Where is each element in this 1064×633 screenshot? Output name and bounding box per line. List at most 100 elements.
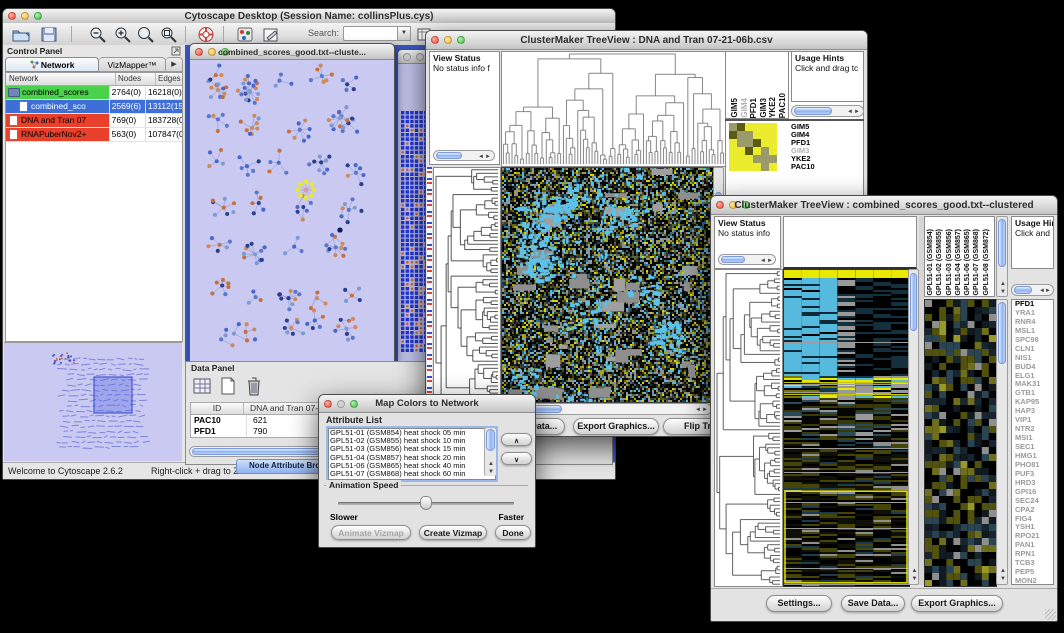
vizmapper-icon[interactable] — [235, 25, 255, 44]
open-file-icon[interactable] — [11, 25, 31, 44]
zoom-heatmap-cell[interactable] — [769, 123, 777, 131]
scroll-thumb[interactable] — [486, 429, 495, 451]
move-down-button[interactable]: ∨ — [501, 452, 532, 465]
zoom-heatmap-cell[interactable] — [769, 155, 777, 163]
treeview1-titlebar[interactable]: ClusterMaker TreeView : DNA and Tran 07-… — [426, 31, 867, 50]
zoom-heatmap-cell[interactable] — [729, 163, 737, 171]
tv2-heatmap-vscrollbar[interactable]: ▲▼ — [908, 269, 919, 585]
zoom-heatmap-cell[interactable] — [761, 131, 769, 139]
zoom-heatmap-cell[interactable] — [737, 123, 745, 131]
tv1-zoom-heatmap[interactable] — [729, 123, 777, 171]
network-tree-row[interactable]: combined_scores2764(0)16218(0) — [6, 86, 182, 100]
zoom-heatmap-cell[interactable] — [761, 163, 769, 171]
zoom-out-icon[interactable] — [88, 25, 108, 44]
tv2-status-scrollbar[interactable]: ◄► — [718, 254, 776, 265]
tv1-column-dendrogram[interactable] — [501, 51, 726, 167]
tv2-global-heatmap[interactable] — [783, 269, 910, 587]
zoom-heatmap-cell[interactable] — [753, 147, 761, 155]
zoom-heatmap-cell[interactable] — [753, 123, 761, 131]
tv2-row-dendrogram[interactable] — [714, 269, 783, 587]
zoom-heatmap-cell[interactable] — [737, 163, 745, 171]
scroll-thumb[interactable] — [998, 302, 1006, 364]
zoom-heatmap-cell[interactable] — [737, 147, 745, 155]
tv1-row-dendrogram[interactable] — [433, 167, 501, 403]
network-window-a-titlebar[interactable]: combined_scores_good.txt--cluste... — [190, 44, 394, 60]
tab-overflow-arrow[interactable]: ▶ — [166, 57, 183, 72]
help-lifering-icon[interactable] — [196, 25, 216, 44]
zoom-heatmap-cell[interactable] — [729, 139, 737, 147]
scroll-thumb[interactable] — [998, 219, 1006, 267]
export-graphics-button[interactable]: Export Graphics... — [911, 595, 1003, 612]
save-icon[interactable] — [39, 25, 59, 44]
zoom-heatmap-cell[interactable] — [737, 139, 745, 147]
zoom-heatmap-cell[interactable] — [753, 155, 761, 163]
settings-button[interactable]: Settings... — [766, 595, 832, 612]
zoom-heatmap-cell[interactable] — [745, 139, 753, 147]
zoom-heatmap-cell[interactable] — [753, 139, 761, 147]
treeview2-titlebar[interactable]: ClusterMaker TreeView : combined_scores_… — [711, 196, 1057, 215]
dialog-titlebar[interactable]: Map Colors to Network — [319, 395, 535, 413]
create-vizmap-button[interactable]: Create Vizmap — [419, 525, 487, 540]
tv1-zoom-hscrollbar[interactable]: ◄► — [791, 105, 864, 117]
new-attribute-icon[interactable] — [218, 376, 238, 396]
zoom-heatmap-cell[interactable] — [761, 155, 769, 163]
zoom-heatmap-cell[interactable] — [761, 147, 769, 155]
tv2-zoom-heatmap[interactable] — [924, 299, 997, 587]
zoom-heatmap-cell[interactable] — [753, 131, 761, 139]
zoom-heatmap-cell[interactable] — [761, 139, 769, 147]
zoom-heatmap-cell[interactable] — [769, 139, 777, 147]
attribute-list-vscrollbar[interactable]: ▲▼ — [484, 428, 496, 476]
zoom-fit-icon[interactable] — [136, 25, 156, 44]
gene-label[interactable]: MON2 — [1015, 577, 1053, 585]
tab-network[interactable]: Network — [5, 57, 99, 72]
main-titlebar[interactable]: Cytoscape Desktop (Session Name: collins… — [3, 9, 615, 24]
tv2-array-label-vscrollbar[interactable]: ▲▼ — [996, 216, 1008, 297]
zoom-heatmap-cell[interactable] — [745, 131, 753, 139]
network-overview-canvas[interactable] — [4, 342, 182, 461]
zoom-heatmap-cell[interactable] — [729, 147, 737, 155]
scroll-thumb[interactable] — [910, 273, 917, 331]
attribute-list-item[interactable]: GPL51-07 (GSM868) heat shock 60 min — [330, 470, 482, 478]
zoom-heatmap-cell[interactable] — [729, 131, 737, 139]
tab-vizmapper[interactable]: VizMapper™ — [99, 57, 166, 72]
float-panel-icon[interactable] — [171, 46, 181, 56]
scroll-thumb[interactable] — [436, 152, 462, 159]
search-input[interactable] — [343, 26, 399, 41]
annotation-icon[interactable] — [261, 25, 281, 44]
network-view-canvas[interactable] — [190, 60, 392, 361]
zoom-heatmap-cell[interactable] — [737, 155, 745, 163]
tv1-global-heatmap[interactable] — [501, 167, 714, 403]
scroll-thumb[interactable] — [721, 256, 745, 263]
zoom-heatmap-cell[interactable] — [745, 123, 753, 131]
zoom-heatmap-cell[interactable] — [745, 155, 753, 163]
scroll-thumb[interactable] — [794, 107, 832, 115]
zoom-heatmap-cell[interactable] — [737, 131, 745, 139]
network-tree-row[interactable]: combined_sco2569(6)13112(15) — [6, 100, 182, 114]
zoom-selected-icon[interactable] — [159, 25, 179, 44]
zoom-heatmap-cell[interactable] — [769, 147, 777, 155]
zoom-heatmap-cell[interactable] — [745, 163, 753, 171]
attribute-list[interactable]: GPL51-01 (GSM854) heat shock 05 minGPL51… — [326, 426, 498, 482]
zoom-in-icon[interactable] — [113, 25, 133, 44]
animate-vizmap-button[interactable]: Animate Vizmap — [331, 525, 411, 540]
save-data-button[interactable]: Save Data... — [841, 595, 905, 612]
zoom-heatmap-cell[interactable] — [769, 163, 777, 171]
search-dropdown-icon[interactable]: ▼ — [397, 26, 411, 41]
network-tree-row[interactable]: RNAPuberNov2+563(0)107847(0) — [6, 128, 182, 142]
resize-grip[interactable] — [1045, 609, 1056, 620]
tv2-usage-scrollbar[interactable]: ◄► — [1011, 284, 1054, 296]
speed-slider-thumb[interactable] — [420, 496, 432, 510]
delete-attribute-icon[interactable] — [244, 375, 264, 397]
network-tree-row[interactable]: DNA and Tran 07769(0)183728(0) — [6, 114, 182, 128]
zoom-heatmap-cell[interactable] — [769, 131, 777, 139]
zoom-heatmap-cell[interactable] — [729, 123, 737, 131]
zoom-heatmap-cell[interactable] — [753, 163, 761, 171]
zoom-heatmap-cell[interactable] — [745, 147, 753, 155]
tv2-zoom-vscrollbar[interactable]: ▲▼ — [996, 299, 1008, 585]
tv1-status-scrollbar[interactable]: ◄► — [433, 150, 495, 161]
zoom-heatmap-cell[interactable] — [729, 155, 737, 163]
done-button[interactable]: Done — [495, 525, 531, 540]
move-up-button[interactable]: ∧ — [501, 433, 532, 446]
export-graphics-button[interactable]: Export Graphics... — [573, 418, 659, 435]
minimize-icon[interactable] — [416, 53, 424, 61]
